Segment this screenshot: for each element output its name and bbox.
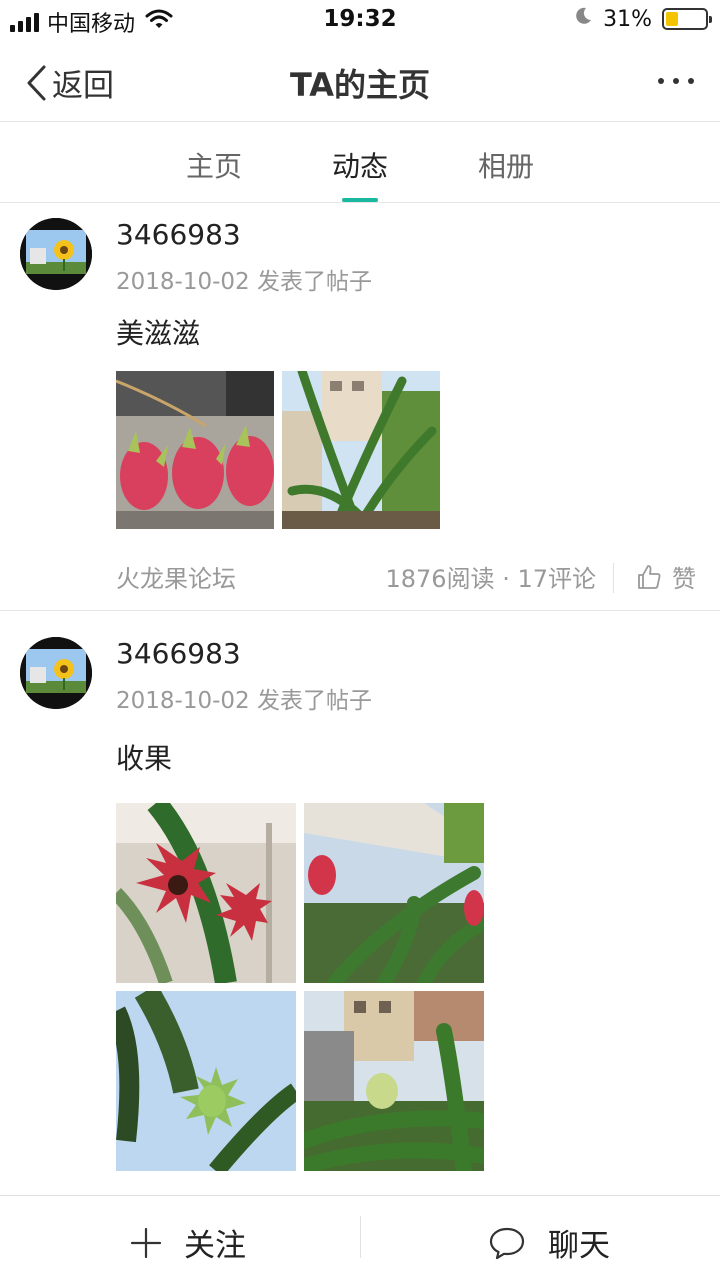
username[interactable]: 3466983: [116, 637, 241, 670]
bottom-action-bar: 关注 聊天: [0, 1195, 720, 1280]
battery-fill: [666, 12, 678, 26]
post-text[interactable]: 收果: [116, 737, 172, 777]
tab-indicator: [342, 198, 378, 202]
battery-percent: 31%: [603, 6, 652, 32]
forum-name[interactable]: 火龙果论坛: [116, 559, 236, 594]
post-photo-green-fruit[interactable]: [116, 991, 296, 1171]
follow-button[interactable]: 关注: [130, 1220, 246, 1265]
divider: [613, 563, 614, 593]
chat-button[interactable]: 聊天: [488, 1220, 610, 1265]
moon-icon: [573, 6, 593, 32]
username[interactable]: 3466983: [116, 218, 241, 251]
post-photo-cactus-garden[interactable]: [304, 991, 484, 1171]
status-right: 31%: [573, 6, 712, 32]
status-bar: 中国移动 19:32 31%: [0, 0, 720, 40]
more-icon[interactable]: [658, 66, 694, 96]
post-card: 3466983 2018-10-02 发表了帖子 收果: [0, 611, 720, 1211]
nav-bar: 返回 TA的主页: [0, 40, 720, 122]
divider: [360, 1216, 361, 1258]
thumbs-up-icon: [638, 564, 661, 589]
post-meta: 2018-10-02 发表了帖子: [116, 269, 372, 295]
chat-bubble-icon: [489, 1227, 525, 1259]
avatar[interactable]: [20, 218, 92, 290]
post-photo-cactus-plant[interactable]: [282, 371, 440, 529]
post-meta: 2018-10-02 发表了帖子: [116, 688, 372, 714]
like-button[interactable]: 赞: [636, 559, 696, 594]
chevron-left-icon: [27, 65, 46, 100]
post-photo-dragon-fruits[interactable]: [116, 371, 274, 529]
post-photo-red-flower[interactable]: [116, 803, 296, 983]
tab-activity[interactable]: 动态: [300, 145, 420, 185]
follow-label: 关注: [184, 1228, 246, 1264]
feed: 3466983 2018-10-02 发表了帖子 美滋滋 火龙果论坛 1876阅…: [0, 204, 720, 1211]
post-stats: 1876阅读 · 17评论: [385, 565, 596, 593]
battery-icon: [662, 8, 712, 30]
chat-label: 聊天: [548, 1228, 610, 1264]
tab-album[interactable]: 相册: [446, 145, 566, 185]
like-label: 赞: [672, 565, 696, 593]
tab-home[interactable]: 主页: [154, 145, 274, 185]
post-footer: 火龙果论坛 1876阅读 · 17评论 赞: [0, 559, 720, 599]
avatar[interactable]: [20, 637, 92, 709]
post-text[interactable]: 美滋滋: [116, 312, 200, 352]
post-photo-cactus-flowers[interactable]: [304, 803, 484, 983]
back-label: 返回: [52, 68, 114, 104]
tab-bar: 主页 动态 相册: [0, 123, 720, 203]
back-button[interactable]: 返回: [24, 60, 114, 105]
post-card: 3466983 2018-10-02 发表了帖子 美滋滋 火龙果论坛 1876阅…: [0, 204, 720, 611]
plus-icon: [130, 1227, 162, 1258]
